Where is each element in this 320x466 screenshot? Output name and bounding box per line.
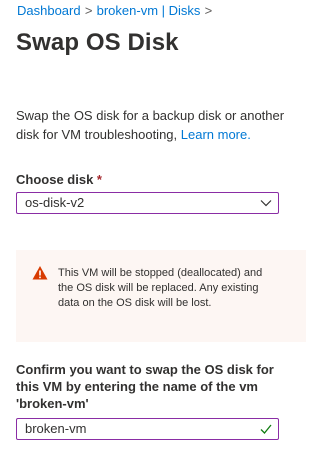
warning-text: This VM will be stopped (deallocated) an… [58,267,263,309]
learn-more-link[interactable]: Learn more. [181,127,251,142]
choose-disk-label: Choose disk * [16,172,102,187]
warning-banner: This VM will be stopped (deallocated) an… [16,250,306,342]
page-title: Swap OS Disk [16,29,179,56]
breadcrumb-item-dashboard[interactable]: Dashboard [17,3,81,18]
breadcrumb-item-disks[interactable]: broken-vm | Disks [97,3,201,18]
checkmark-icon [260,424,272,434]
warning-icon [32,266,48,280]
confirm-vm-name-input[interactable]: broken-vm [16,418,279,440]
choose-disk-label-text: Choose disk [16,172,94,187]
choose-disk-dropdown[interactable]: os-disk-v2 [16,192,279,214]
page-description: Swap the OS disk for a backup disk or an… [16,106,286,144]
confirm-vm-name-value: broken-vm [25,421,87,436]
confirm-label: Confirm you want to swap the OS disk for… [16,362,274,411]
choose-disk-value: os-disk-v2 [25,195,85,210]
breadcrumb: Dashboard > broken-vm | Disks > [17,3,216,18]
breadcrumb-separator: > [204,3,213,18]
chevron-down-icon [260,200,272,207]
breadcrumb-separator: > [84,3,93,18]
required-marker: * [96,172,102,187]
